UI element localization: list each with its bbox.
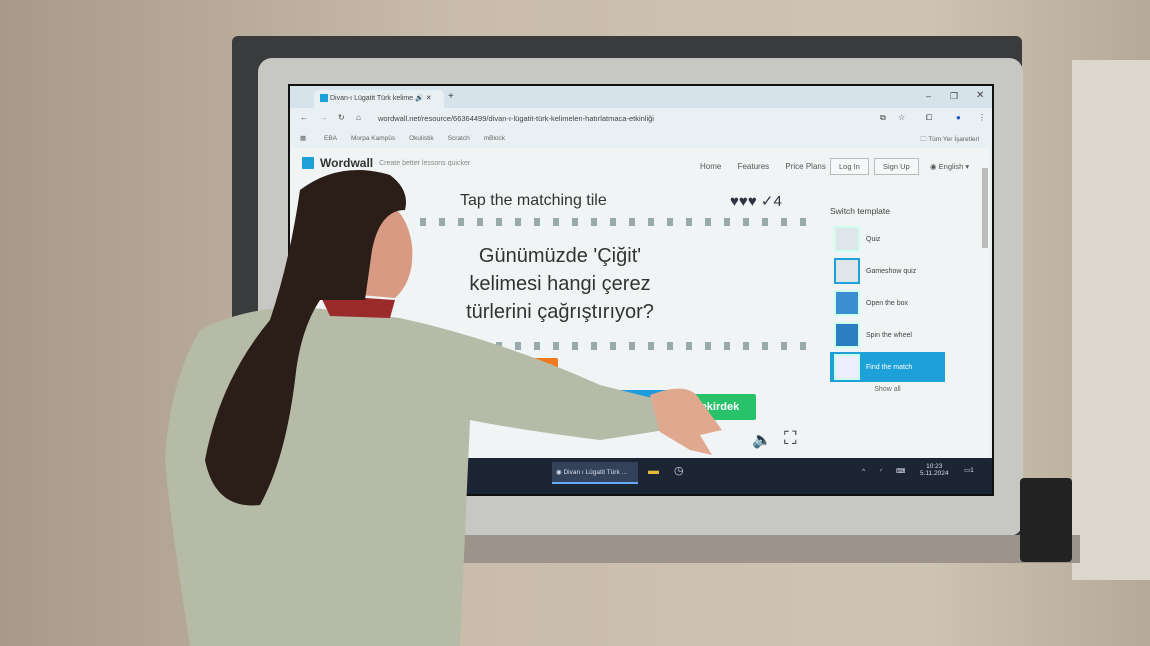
student-photo-overlay [165, 170, 722, 646]
student-hand [650, 388, 722, 455]
